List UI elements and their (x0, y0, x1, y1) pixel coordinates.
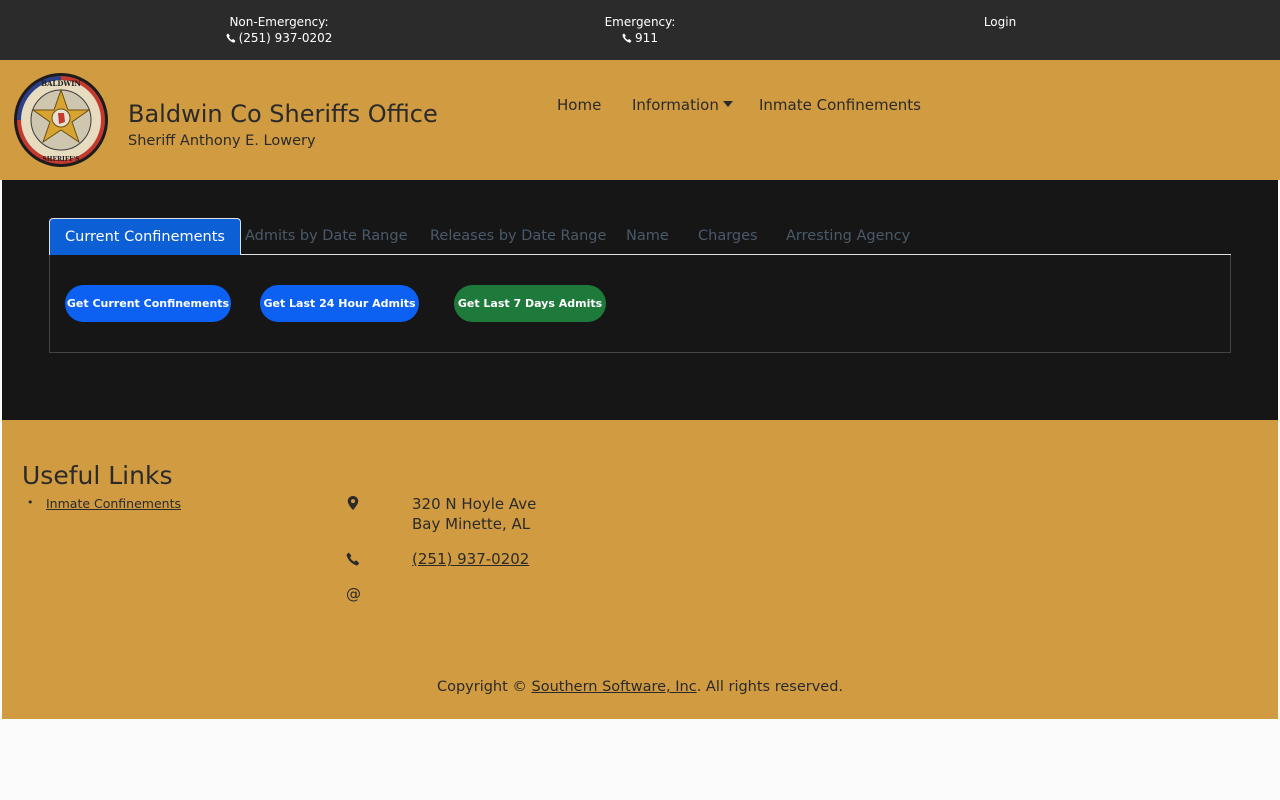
top-bar: Non-Emergency: (251) 937-0202 Emergency:… (0, 0, 1280, 60)
svg-text:SHERIFF'S: SHERIFF'S (42, 156, 79, 163)
emergency-label: Emergency: (604, 15, 676, 29)
main-nav: Home Information Inmate Confinements (0, 96, 1280, 116)
get-last-24-hour-admits-button[interactable]: Get Last 24 Hour Admits (260, 285, 419, 322)
list-item: Inmate Confinements (27, 496, 181, 511)
southern-software-link[interactable]: Southern Software, Inc (532, 679, 697, 695)
footer-phone-link[interactable]: (251) 937-0202 (412, 550, 529, 568)
nav-inmate-confinements[interactable]: Inmate Confinements (759, 96, 921, 114)
site-footer: Useful Links Inmate Confinements 320 N H… (2, 420, 1278, 719)
non-emergency-contact: Non-Emergency: (251) 937-0202 (200, 14, 358, 46)
sheriff-seal-icon: BALDWIN SHERIFF'S (14, 73, 108, 167)
emergency-contact: Emergency: 911 (590, 14, 690, 46)
non-emergency-number: (251) 937-0202 (200, 30, 358, 46)
tab-name[interactable]: Name (626, 218, 669, 255)
svg-text:BALDWIN: BALDWIN (41, 79, 81, 88)
get-last-7-days-admits-button[interactable]: Get Last 7 Days Admits (454, 285, 606, 322)
tab-charges[interactable]: Charges (698, 218, 758, 255)
tab-admits-by-date-range[interactable]: Admits by Date Range (245, 218, 408, 255)
map-marker-icon (347, 496, 359, 510)
get-current-confinements-button[interactable]: Get Current Confinements (65, 285, 231, 322)
nav-information-label: Information (632, 96, 719, 114)
copyright-text: Copyright © Southern Software, Inc. All … (2, 679, 1278, 695)
tab-current-confinements[interactable]: Current Confinements (49, 218, 241, 255)
tab-releases-by-date-range[interactable]: Releases by Date Range (430, 218, 606, 255)
address-line-2: Bay Minette, AL (412, 515, 531, 533)
phone-icon (346, 552, 360, 566)
useful-link-inmate-confinements[interactable]: Inmate Confinements (46, 496, 181, 511)
useful-links-list: Inmate Confinements (27, 496, 181, 511)
useful-links-heading: Useful Links (22, 461, 173, 490)
copyright-suffix: . All rights reserved. (696, 679, 844, 695)
copyright-prefix: Copyright © (436, 679, 532, 695)
tab-arresting-agency[interactable]: Arresting Agency (786, 218, 910, 255)
phone-icon (622, 33, 632, 43)
non-emergency-phone: (251) 937-0202 (238, 31, 333, 45)
emergency-number: 911 (590, 30, 690, 46)
login-link[interactable]: Login (960, 14, 1040, 30)
phone-icon (226, 33, 235, 43)
site-header: BALDWIN SHERIFF'S Baldwin Co Sheriffs Of… (0, 60, 1280, 180)
address-block: 320 N Hoyle Ave Bay Minette, AL (412, 494, 536, 534)
main-panel: Current Confinements Admits by Date Rang… (2, 180, 1278, 420)
tab-bar: Current Confinements Admits by Date Rang… (49, 218, 1231, 255)
nav-home[interactable]: Home (557, 96, 601, 114)
non-emergency-label: Non-Emergency: (229, 15, 329, 29)
email-icon: @ (346, 585, 361, 603)
site-subtitle: Sheriff Anthony E. Lowery (128, 133, 316, 149)
nav-information[interactable]: Information (632, 96, 733, 114)
emergency-phone: 911 (635, 31, 658, 45)
tab-panel-current: Get Current Confinements Get Last 24 Hou… (49, 255, 1231, 353)
address-line-1: 320 N Hoyle Ave (412, 495, 537, 513)
caret-down-icon (722, 101, 733, 107)
